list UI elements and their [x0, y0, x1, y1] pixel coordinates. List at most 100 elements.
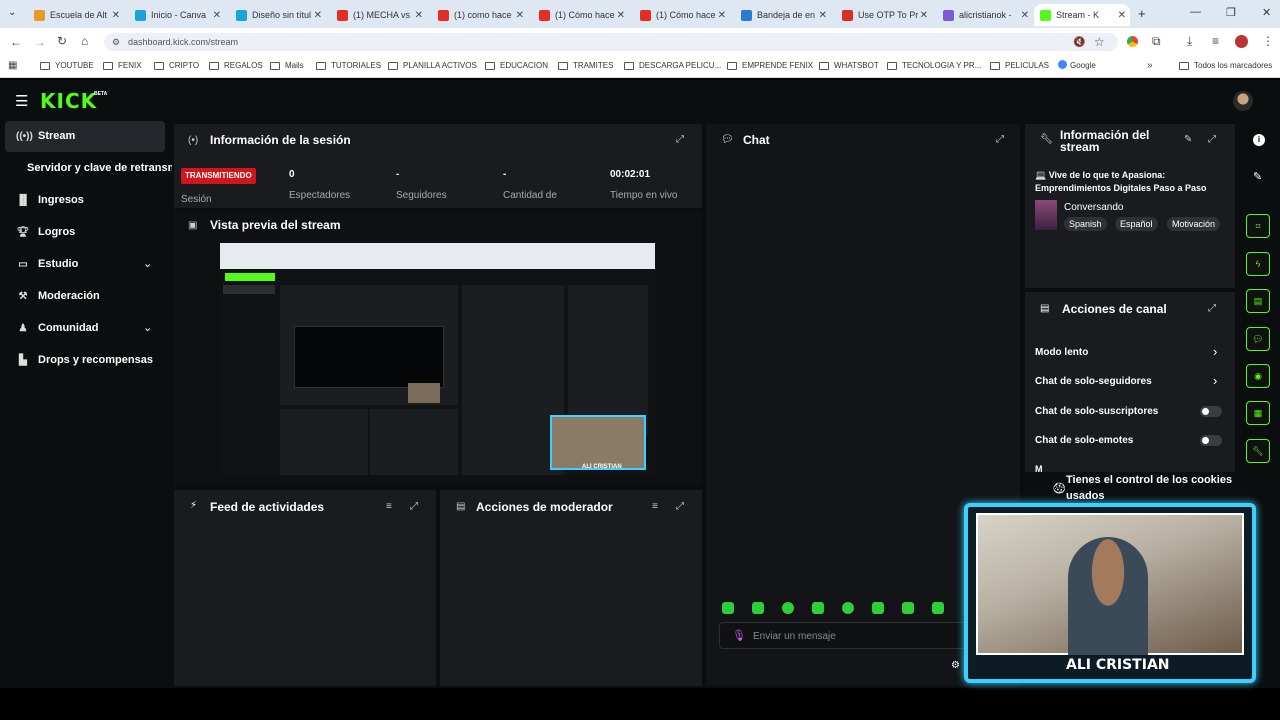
back-icon[interactable]: ← [10, 35, 22, 49]
extension-icon[interactable] [1127, 36, 1138, 47]
bookmark-folder[interactable]: YOUTUBE [40, 61, 94, 70]
browser-tab[interactable]: (1) como hace ✕ [432, 4, 528, 26]
emote-icon[interactable] [932, 602, 944, 614]
tag-espanol[interactable]: Español [1115, 217, 1158, 231]
chevron-down-icon[interactable]: ⌄ [143, 321, 152, 334]
emote-icon[interactable] [842, 602, 854, 614]
browser-tab[interactable]: Bandeja de en ✕ [735, 4, 831, 26]
filter-icon[interactable]: ≡ [386, 501, 392, 512]
close-icon[interactable]: ✕ [819, 10, 827, 21]
expand-icon[interactable]: ⤢ [1208, 303, 1216, 314]
more-bookmarks-icon[interactable]: » [1147, 60, 1153, 71]
chevron-right-icon[interactable]: › [1213, 344, 1217, 359]
home-icon[interactable]: ⌂ [81, 34, 88, 48]
close-icon[interactable]: ✕ [516, 10, 524, 21]
bookmark-folder[interactable]: TUTORIALES [316, 61, 381, 70]
browser-tab[interactable]: Diseño sin títul ✕ [230, 4, 326, 26]
all-bookmarks[interactable]: Todos los marcadores [1179, 61, 1272, 70]
followers-only-row[interactable]: Chat de solo-seguidores [1035, 376, 1152, 387]
sidebar-item-comunidad[interactable]: ♟ Comunidad [16, 322, 99, 334]
mic-icon[interactable]: 🎙︎ [732, 629, 746, 642]
emote-icon[interactable] [752, 602, 764, 614]
close-icon[interactable]: ✕ [1118, 10, 1126, 21]
tab-search-icon[interactable]: ⌄ [8, 7, 16, 18]
emote-icon[interactable] [872, 602, 884, 614]
bookmark-folder[interactable]: REGALOS [209, 61, 263, 70]
tag-spanish[interactable]: Spanish [1064, 217, 1107, 231]
browser-tab-active[interactable]: Stream - K ✕ [1034, 4, 1130, 26]
close-icon[interactable]: ✕ [1021, 10, 1029, 21]
window-close-icon[interactable]: ✕ [1262, 6, 1271, 19]
tag-motivacion[interactable]: Motivación [1167, 217, 1221, 231]
emote-icon[interactable] [782, 602, 794, 614]
subscribers-only-toggle[interactable] [1200, 406, 1222, 417]
stream-preview-video[interactable]: ALI CRISTIAN [220, 243, 655, 476]
close-icon[interactable]: ✕ [314, 10, 322, 21]
browser-tab[interactable]: Escuela de Alt ✕ [28, 4, 124, 26]
rail-wrench-icon[interactable]: 🔧︎ [1246, 439, 1270, 463]
puzzle-icon[interactable]: ⧉ [1152, 34, 1161, 49]
download-icon[interactable]: ⤓ [1187, 34, 1192, 49]
emote-icon[interactable] [902, 602, 914, 614]
bookmark-google[interactable]: Google [1058, 60, 1096, 70]
bookmark-folder[interactable]: WHATSBOT [819, 61, 879, 70]
close-icon[interactable]: ✕ [617, 10, 625, 21]
edit-icon[interactable]: ✎ [1184, 134, 1192, 145]
sidebar-item-stream[interactable]: ((•)) Stream [16, 130, 75, 142]
rail-channel-icon[interactable]: ▦ [1246, 401, 1270, 425]
bookmark-folder[interactable]: PELICULAS [990, 61, 1049, 70]
apps-grid-icon[interactable]: ▦ [8, 60, 17, 71]
browser-tab[interactable]: Use OTP To Pr ✕ [836, 4, 932, 26]
expand-icon[interactable]: ⤢ [410, 501, 418, 512]
sidebar-item-logros[interactable]: 🏆︎ Logros [16, 226, 76, 238]
bookmark-folder[interactable]: EMPRENDE FENIX [727, 61, 813, 70]
minimize-icon[interactable]: — [1190, 6, 1201, 18]
rail-document-icon[interactable]: ▤ [1246, 289, 1270, 313]
expand-icon[interactable]: ⤢ [1208, 134, 1216, 145]
bookmark-folder[interactable]: PLANILLA ACTIVOS [388, 61, 477, 70]
bookmark-folder[interactable]: TRAMITES [558, 61, 613, 70]
slow-mode-row[interactable]: Modo lento [1035, 347, 1088, 358]
new-tab-icon[interactable]: + [1138, 6, 1146, 21]
emote-icon[interactable] [812, 602, 824, 614]
expand-icon[interactable]: ⤢ [996, 134, 1004, 145]
bookmark-folder[interactable]: EDUCACION [485, 61, 548, 70]
bookmark-folder[interactable]: TECNOLOGIA Y PR... [887, 61, 981, 70]
info-icon[interactable]: i [1253, 134, 1265, 146]
browser-tab[interactable]: (1) Cómo hace ✕ [634, 4, 730, 26]
close-icon[interactable]: ✕ [718, 10, 726, 21]
reload-icon[interactable]: ↻ [57, 34, 67, 48]
close-icon[interactable]: ✕ [415, 10, 423, 21]
chat-message-input[interactable]: 🎙︎ Enviar un mensaje [719, 622, 969, 649]
restore-icon[interactable]: ❐ [1226, 6, 1236, 19]
browser-tab[interactable]: (1) MECHA vs ✕ [331, 4, 427, 26]
rail-lightning-icon[interactable]: ϟ [1246, 252, 1270, 276]
close-icon[interactable]: ✕ [920, 10, 928, 21]
browser-tab[interactable]: (1) Cómo hace ✕ [533, 4, 629, 26]
bookmark-star-icon[interactable]: ☆ [1094, 35, 1105, 49]
hamburger-menu-icon[interactable]: ☰ [15, 92, 28, 110]
expand-icon[interactable]: ⤢ [676, 134, 684, 145]
expand-icon[interactable]: ⤢ [676, 501, 684, 512]
close-icon[interactable]: ✕ [213, 10, 221, 21]
rail-capture-icon[interactable]: ⌗ [1246, 214, 1270, 238]
chat-settings-icon[interactable]: ⚙ [951, 660, 960, 671]
mute-site-icon[interactable]: 🔇 [1073, 37, 1085, 48]
filter-icon[interactable]: ≡ [652, 501, 658, 512]
sidebar-item-estudio[interactable]: ▭ Estudio [16, 258, 78, 270]
emotes-only-toggle[interactable] [1200, 435, 1222, 446]
bookmark-folder[interactable]: Mails [270, 61, 304, 70]
sidebar-item-ingresos[interactable]: ▐▌ Ingresos [16, 194, 84, 206]
user-avatar[interactable] [1233, 91, 1253, 111]
browser-tab[interactable]: Inicio - Canva ✕ [129, 4, 225, 26]
sidebar-item-drops[interactable]: ▙ Drops y recompensas [16, 354, 153, 366]
category-name[interactable]: Conversando [1064, 202, 1123, 213]
url-input[interactable]: ⚙ dashboard.kick.com/stream [104, 33, 1118, 51]
bookmark-folder[interactable]: DESCARGA PELICU... [624, 61, 721, 70]
close-icon[interactable]: ✕ [112, 10, 120, 21]
sidebar-item-server-key[interactable]: Servidor y clave de retransmi [27, 162, 172, 174]
forward-icon[interactable]: → [34, 35, 46, 49]
more-menu-icon[interactable]: ⋮ [1262, 34, 1274, 48]
tab-search-menu-icon[interactable]: ≡ [1212, 34, 1219, 48]
pencil-icon[interactable]: ✎ [1253, 170, 1262, 183]
